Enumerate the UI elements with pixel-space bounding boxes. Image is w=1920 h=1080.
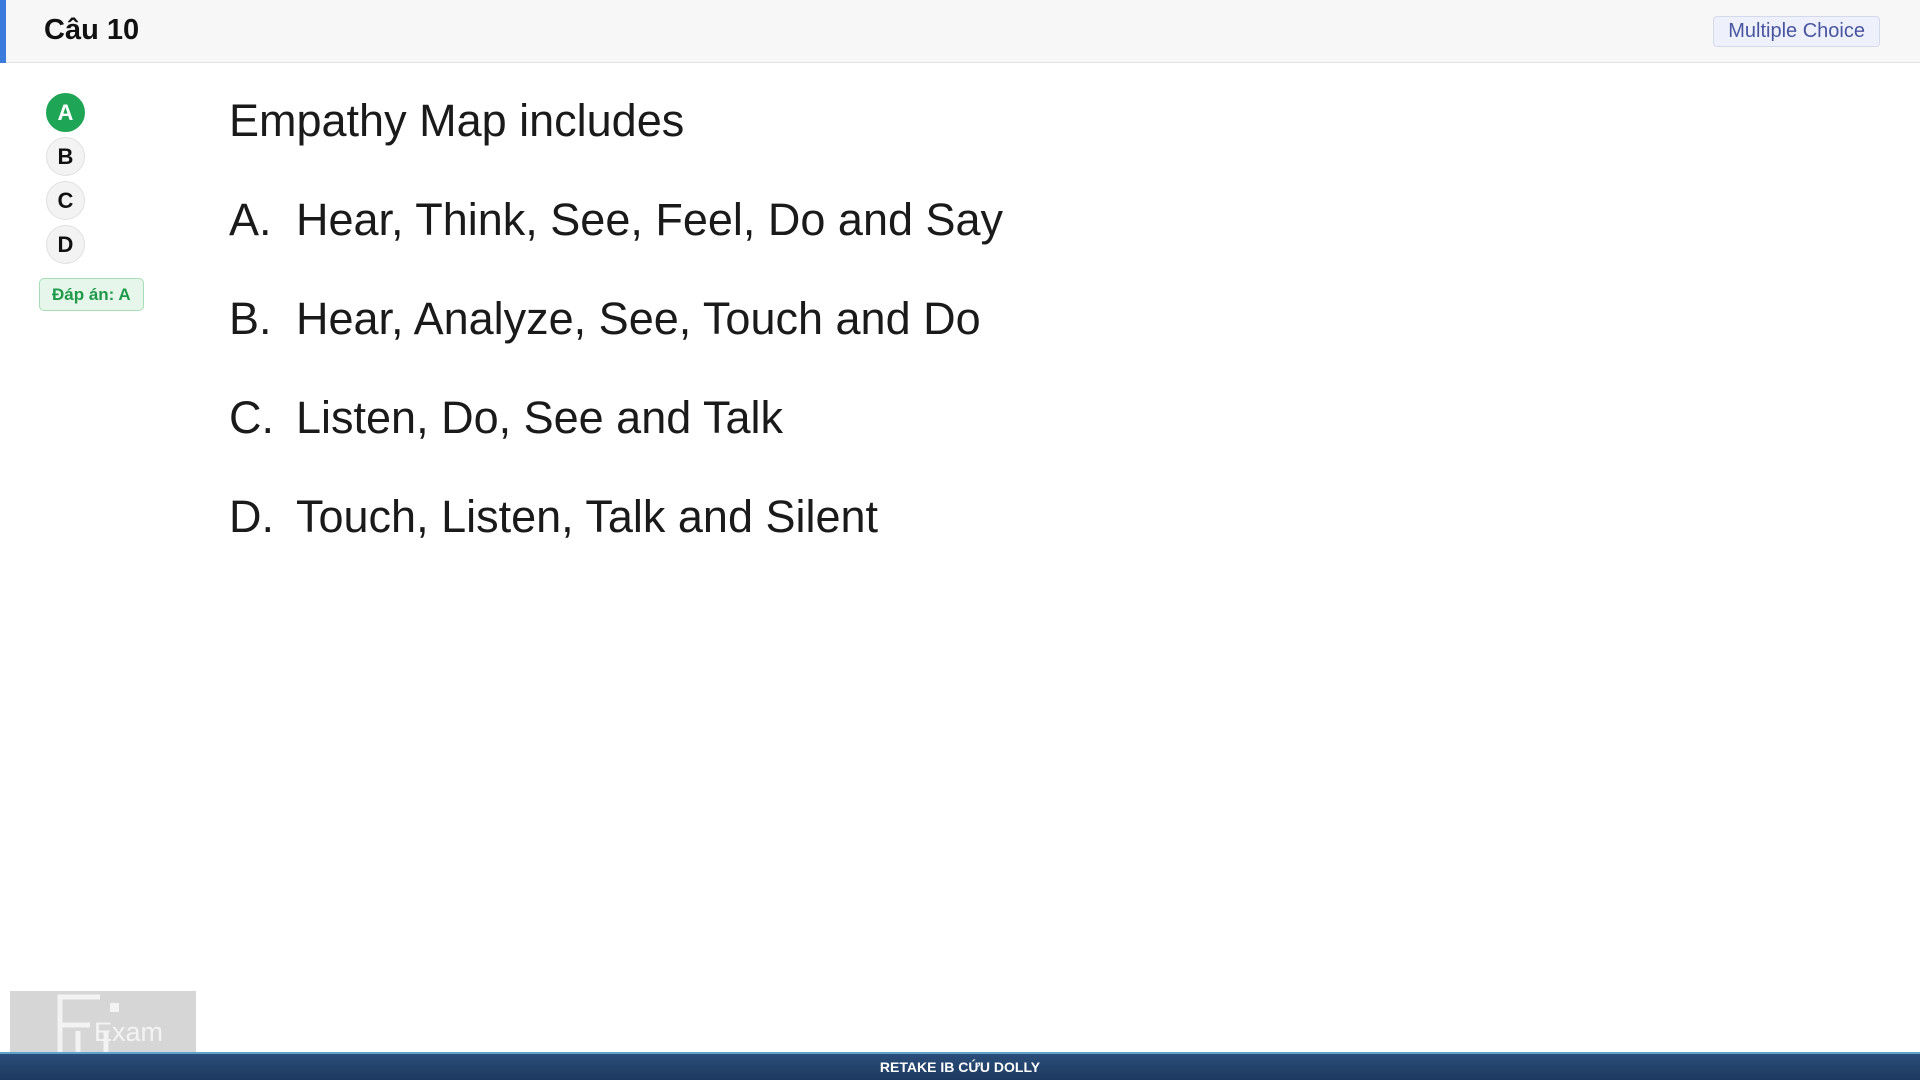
choice-text: Touch, Listen, Talk and Silent <box>296 491 879 542</box>
choice-d: D. Touch, Listen, Talk and Silent <box>229 491 1529 543</box>
choice-letter: D. <box>229 491 274 542</box>
choice-b: B. Hear, Analyze, See, Touch and Do <box>229 293 1529 345</box>
choice-c: C. Listen, Do, See and Talk <box>229 392 1529 444</box>
answer-option-list: A B C D <box>46 93 86 269</box>
choice-text: Hear, Analyze, See, Touch and Do <box>296 293 981 344</box>
choice-text: Listen, Do, See and Talk <box>296 392 783 443</box>
answer-option-a[interactable]: A <box>46 93 85 132</box>
question-type-badge: Multiple Choice <box>1713 16 1880 47</box>
header-accent-bar <box>0 0 6 63</box>
question-header: Câu 10 Multiple Choice <box>0 0 1920 63</box>
choice-letter: A. <box>229 194 272 245</box>
answer-option-b[interactable]: B <box>46 137 85 176</box>
logo-text: Exam <box>94 1017 164 1047</box>
choice-letter: B. <box>229 293 272 344</box>
choice-a: A. Hear, Think, See, Feel, Do and Say <box>229 194 1529 246</box>
choice-text: Hear, Think, See, Feel, Do and Say <box>296 194 1004 245</box>
question-content: Empathy Map includes A. Hear, Think, See… <box>229 95 1529 590</box>
answer-option-c[interactable]: C <box>46 181 85 220</box>
question-stem: Empathy Map includes <box>229 95 685 146</box>
footer-banner: RETAKE IB CỨU DOLLY <box>0 1052 1920 1080</box>
question-title: Câu 10 <box>44 14 140 46</box>
correct-answer-badge: Đáp án: A <box>39 278 144 311</box>
answer-option-d[interactable]: D <box>46 225 85 264</box>
choice-letter: C. <box>229 392 274 443</box>
